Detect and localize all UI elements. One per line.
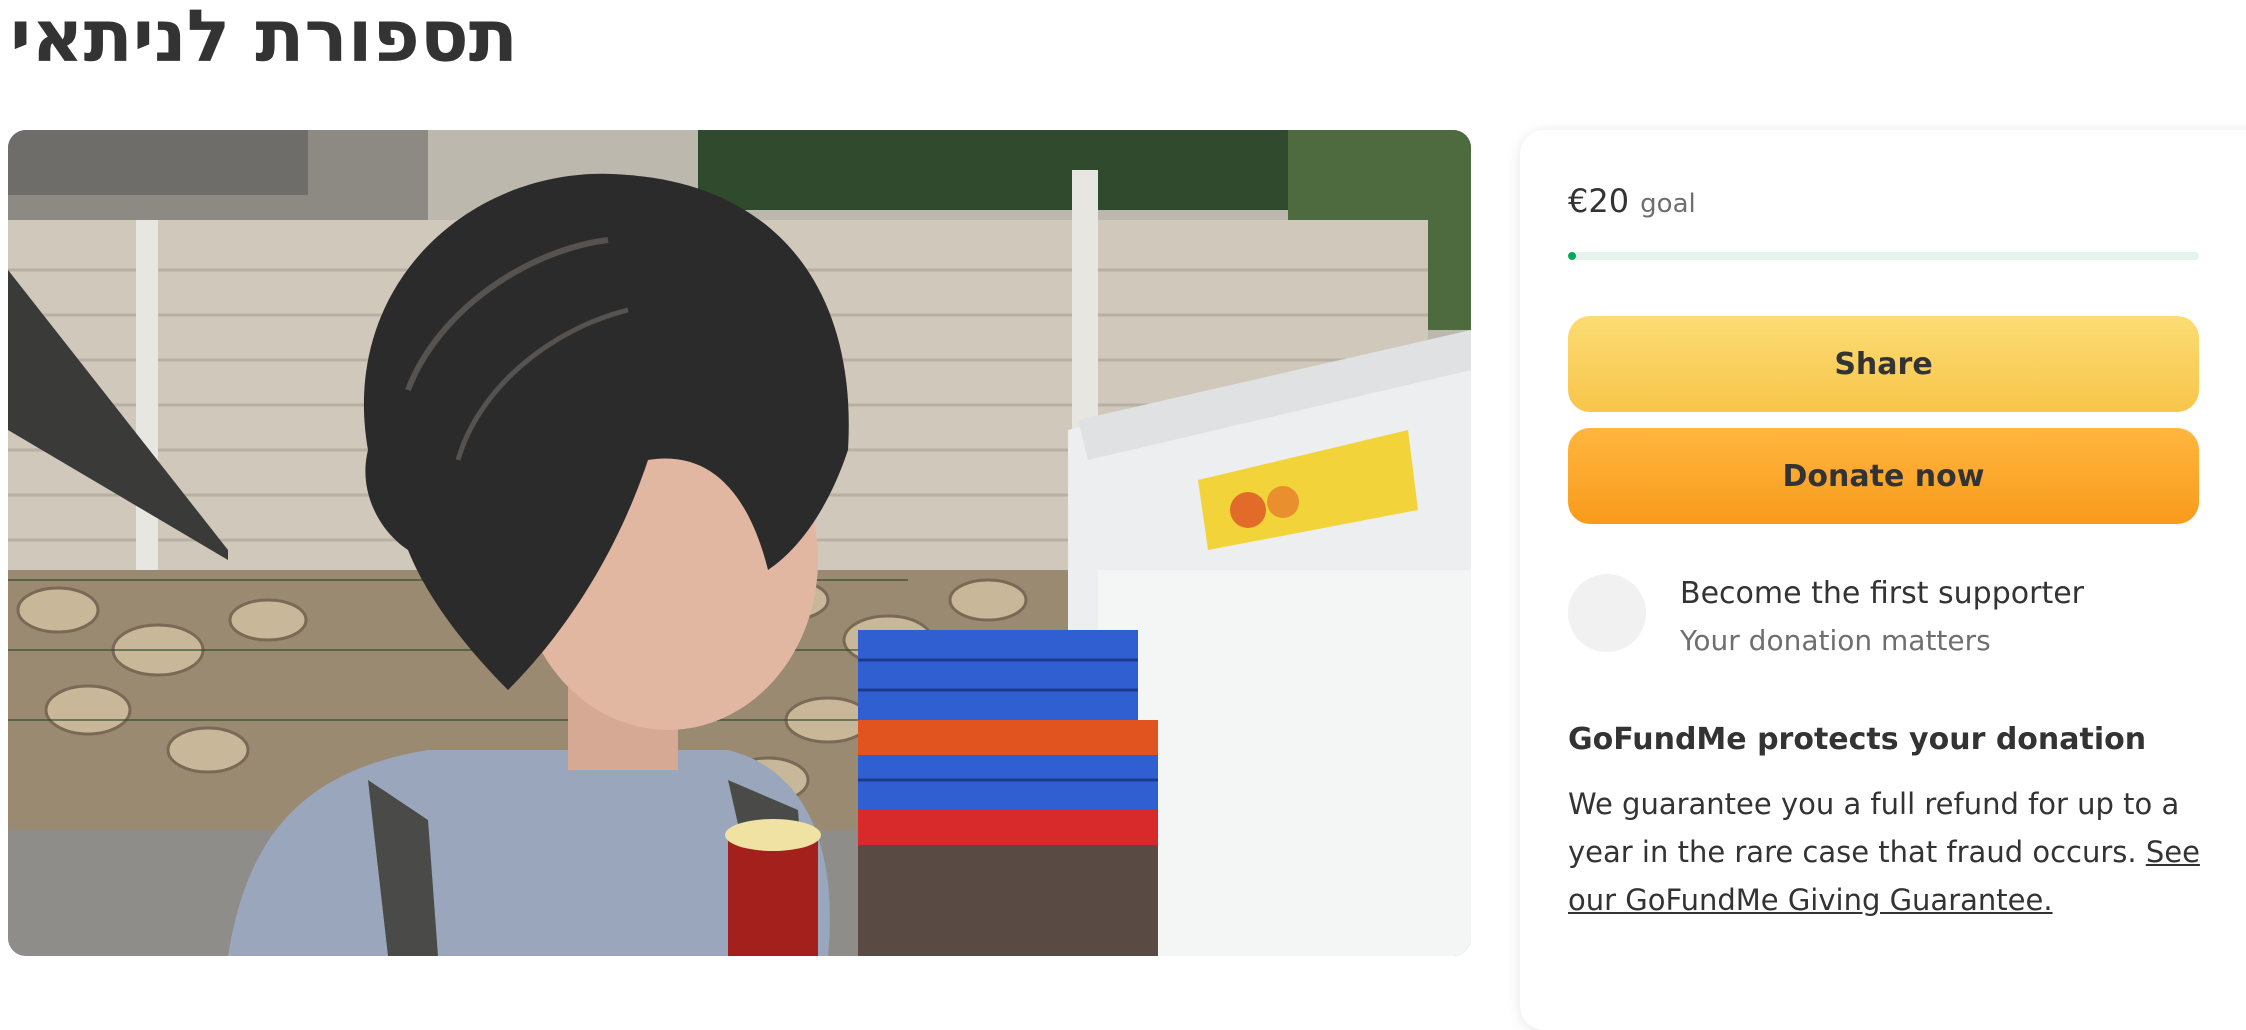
goal-label: goal	[1640, 189, 1696, 219]
page-title: תספורת לניתאי	[10, 0, 518, 78]
progress-bar	[1568, 252, 2199, 260]
supporter-subtitle: Your donation matters	[1680, 624, 1991, 657]
donation-card: €20 goal Share Donate now Become the fir…	[1520, 130, 2246, 1030]
campaign-photo[interactable]	[8, 130, 1471, 956]
protection-description: We guarantee you a full refund for up to…	[1568, 787, 2180, 869]
share-button[interactable]: Share	[1568, 316, 2199, 412]
goal-row: €20 goal	[1568, 182, 1696, 220]
goal-amount: €20	[1568, 182, 1630, 220]
protection-heading: GoFundMe protects your donation	[1568, 722, 2147, 757]
supporter-title: Become the first supporter	[1680, 576, 2085, 611]
donate-now-button[interactable]: Donate now	[1568, 428, 2199, 524]
progress-fill	[1568, 252, 1576, 260]
campaign-photo-illustration	[8, 130, 1471, 956]
protection-text: We guarantee you a full refund for up to…	[1568, 780, 2208, 924]
supporter-avatar	[1568, 574, 1646, 652]
